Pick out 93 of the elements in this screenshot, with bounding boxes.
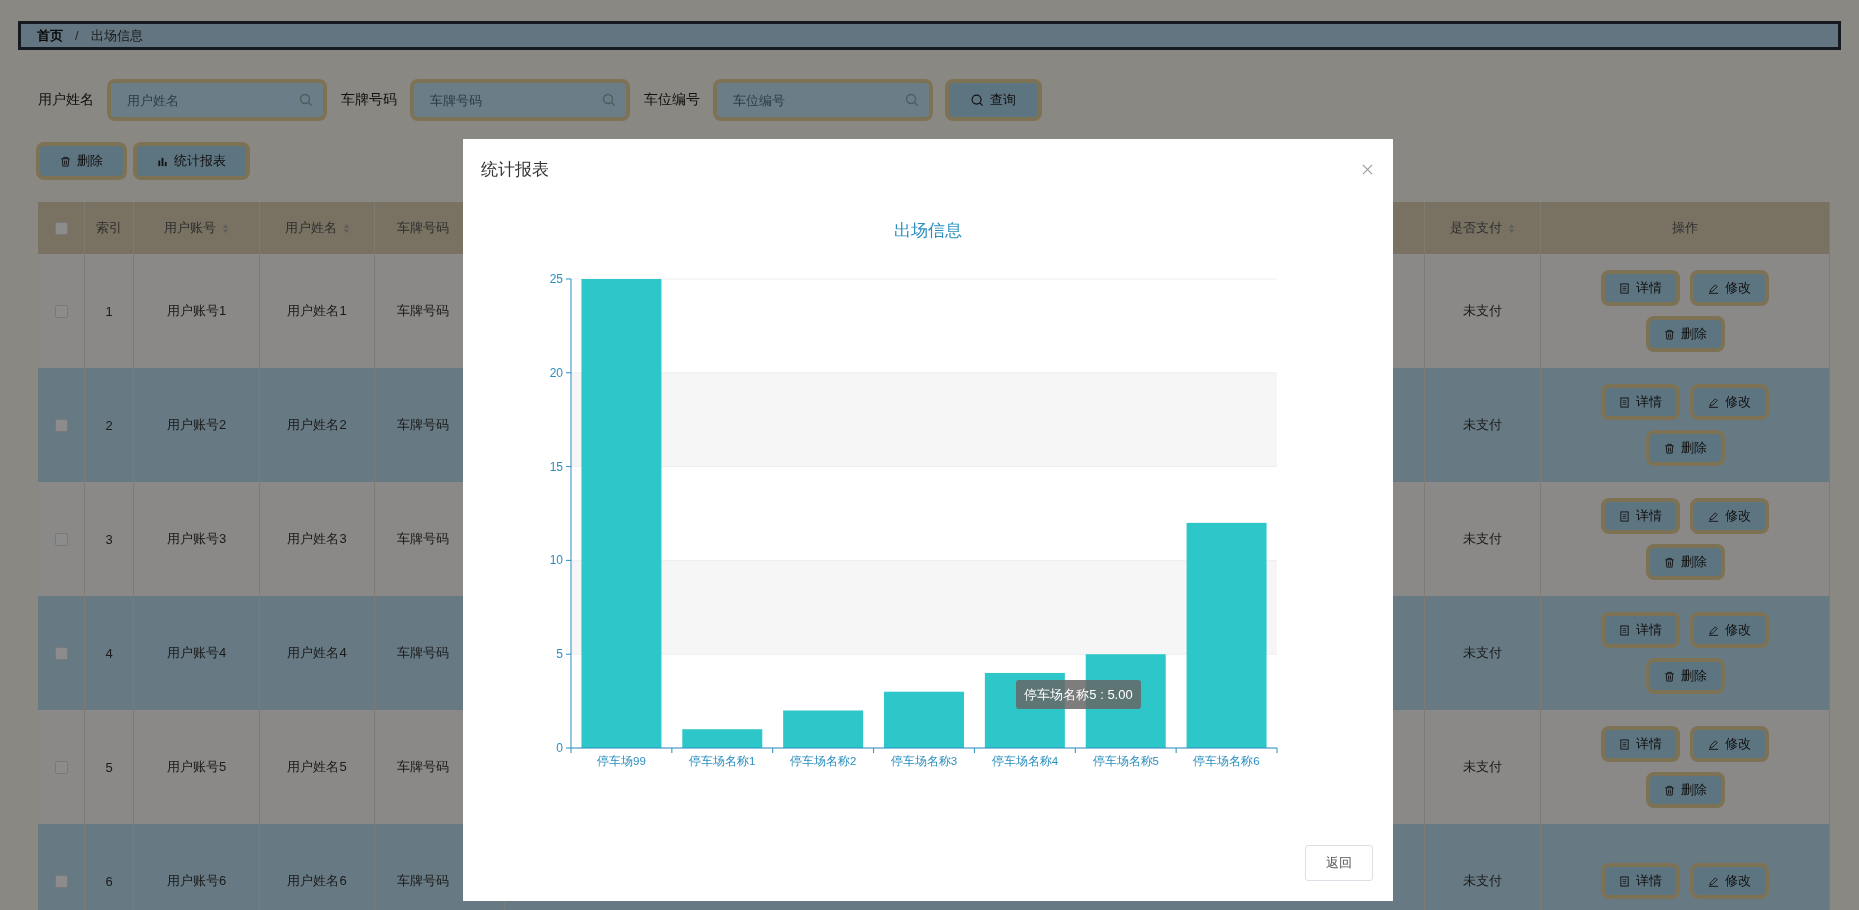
x-tick-label: 停车场名称2 — [789, 755, 857, 767]
table-cell: 未支付 — [1463, 302, 1502, 320]
select-all-checkbox[interactable] — [54, 221, 68, 235]
sort-icon[interactable] — [1508, 222, 1515, 234]
pencil-icon — [1708, 510, 1719, 522]
document-icon — [1619, 510, 1630, 522]
y-tick-label: 25 — [549, 272, 563, 286]
trash-icon — [1663, 442, 1675, 454]
y-tick-label: 10 — [549, 553, 563, 568]
search-icon — [971, 93, 984, 107]
sort-icon[interactable] — [222, 222, 229, 234]
table-cell: 5 — [105, 759, 113, 775]
table-cell: 用户账号3 — [166, 530, 227, 548]
row-checkbox[interactable] — [54, 646, 68, 660]
trash-icon — [1663, 328, 1675, 340]
table-cell: 用户姓名2 — [287, 416, 347, 434]
search-field[interactable]: 用户姓名 — [111, 83, 323, 117]
x-tick-label: 停车场名称3 — [890, 755, 958, 767]
table-cell: 用户姓名6 — [287, 872, 347, 890]
table-cell: 3 — [105, 531, 113, 547]
column-header: 索引 — [96, 219, 122, 237]
search-icon — [602, 93, 616, 107]
chart-tooltip: 停车场名称5 : 5.00 — [1016, 680, 1141, 709]
column-header: 是否支付 — [1450, 219, 1502, 237]
row-checkbox[interactable] — [54, 418, 68, 432]
table-cell: 2 — [105, 417, 113, 433]
table-cell: 用户账号2 — [166, 416, 227, 434]
pencil-icon — [1708, 624, 1719, 636]
x-tick-label: 停车场99 — [597, 755, 646, 767]
row-checkbox[interactable] — [54, 874, 68, 888]
document-icon — [1619, 282, 1630, 294]
table-cell: 用户姓名5 — [287, 758, 347, 776]
x-tick-label: 停车场名称5 — [1092, 755, 1159, 767]
close-icon[interactable] — [1362, 163, 1373, 175]
table-cell: 用户姓名3 — [287, 530, 347, 548]
table-cell: 用户账号6 — [166, 872, 227, 890]
back-button[interactable]: 返回 — [1305, 845, 1373, 881]
column-header: 车牌号码 — [397, 219, 449, 237]
column-header: 操作 — [1672, 219, 1698, 237]
bar[interactable] — [783, 710, 864, 748]
table-cell: 未支付 — [1463, 416, 1502, 434]
x-tick-label: 停车场名称6 — [1193, 755, 1260, 767]
table-cell: 用户姓名1 — [287, 302, 347, 320]
table-cell: 用户账号4 — [166, 644, 227, 662]
y-tick-label: 5 — [556, 647, 563, 662]
pencil-icon — [1708, 875, 1719, 887]
table-cell: 未支付 — [1463, 644, 1502, 662]
breadcrumb-separator: / — [75, 28, 79, 43]
table-cell: 车牌号码 — [397, 302, 449, 320]
bar-chart-icon — [157, 155, 168, 167]
chart-title: 出场信息 — [894, 221, 962, 240]
table-cell: 用户姓名4 — [287, 644, 347, 662]
y-tick-label: 20 — [549, 365, 563, 380]
column-header: 用户姓名 — [284, 219, 337, 237]
pencil-icon — [1708, 738, 1719, 750]
search-icon — [905, 93, 919, 107]
document-icon — [1619, 875, 1630, 887]
pencil-icon — [1708, 396, 1719, 408]
table-cell: 用户账号5 — [166, 758, 227, 776]
column-header: 用户账号 — [164, 219, 216, 237]
document-icon — [1619, 738, 1630, 750]
field-label: 车位编号 — [644, 91, 700, 109]
trash-icon — [1663, 784, 1675, 796]
table-cell: 未支付 — [1463, 758, 1502, 776]
x-tick-label: 停车场名称4 — [991, 755, 1059, 767]
search-field[interactable]: 车位编号 — [717, 83, 929, 117]
search-field[interactable]: 车牌号码 — [414, 83, 626, 117]
table-cell: 1 — [105, 303, 113, 319]
table-cell: 未支付 — [1463, 872, 1502, 890]
table-cell: 车牌号码 — [397, 644, 449, 662]
pencil-icon — [1708, 282, 1719, 294]
y-tick-label: 15 — [549, 459, 563, 474]
dialog-title: 统计报表 — [481, 158, 549, 181]
search-icon — [299, 93, 313, 107]
table-cell: 4 — [105, 645, 113, 661]
x-tick-label: 停车场名称1 — [689, 755, 756, 767]
table-cell: 6 — [105, 873, 113, 889]
field-label: 车牌号码 — [341, 91, 397, 109]
table-cell: 用户账号1 — [166, 302, 227, 320]
document-icon — [1619, 624, 1630, 636]
y-tick-label: 0 — [556, 741, 563, 755]
trash-icon — [1663, 670, 1675, 682]
sort-icon[interactable] — [342, 222, 350, 234]
table-cell: 未支付 — [1463, 530, 1502, 548]
document-icon — [1619, 396, 1630, 408]
table-cell: 车牌号码 — [397, 872, 449, 890]
trash-icon — [60, 155, 71, 167]
breadcrumb-link[interactable]: 首页 — [37, 26, 63, 45]
table-cell: 车牌号码 — [397, 758, 449, 776]
trash-icon — [1663, 556, 1675, 568]
field-label: 用户姓名 — [38, 91, 94, 109]
table-cell: 车牌号码 — [397, 530, 449, 548]
table-cell: 车牌号码 — [397, 416, 449, 434]
